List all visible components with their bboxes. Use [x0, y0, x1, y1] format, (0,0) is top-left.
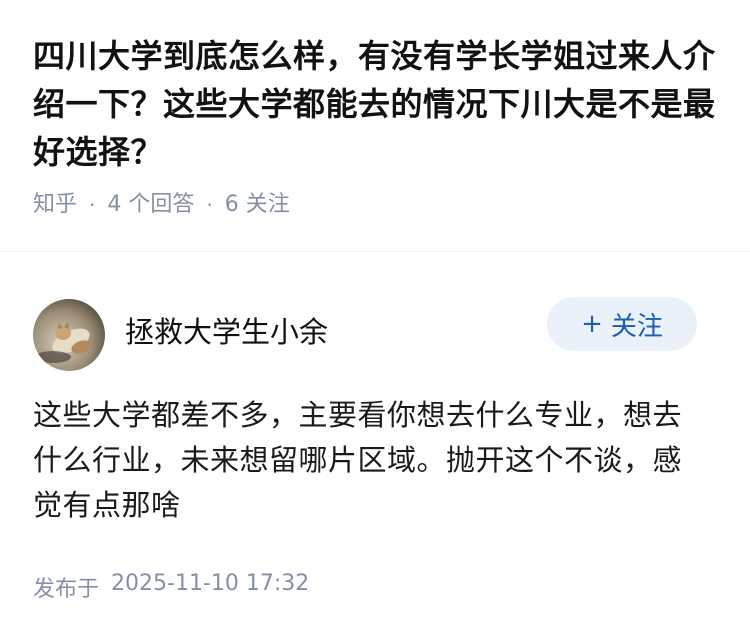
- follow-button[interactable]: + 关注: [547, 297, 697, 351]
- question-title[interactable]: 四川大学到底怎么样，有没有学长学姐过来人介绍一下？这些大学都能去的情况下川大是不…: [33, 32, 717, 176]
- author-name[interactable]: 拯救大学生小余: [125, 312, 328, 352]
- source-label[interactable]: 知乎: [33, 190, 77, 220]
- meta-separator: ·: [206, 193, 213, 217]
- published-info: 发布于 2025-11-10 17:32: [33, 571, 717, 603]
- published-label: 发布于: [33, 577, 100, 602]
- question-meta: 知乎 · 4 个回答 · 6 关注: [33, 190, 717, 220]
- cat-photo-avatar-icon: [33, 299, 105, 371]
- published-time: 2025-11-10 17:32: [111, 571, 310, 596]
- meta-separator: ·: [89, 193, 96, 217]
- zhihu-question-page: 四川大学到底怎么样，有没有学长学姐过来人介绍一下？这些大学都能去的情况下川大是不…: [0, 0, 750, 630]
- section-divider: [0, 251, 750, 252]
- follow-button-label: 关注: [610, 311, 663, 342]
- author-row: 拯救大学生小余 + 关注: [33, 285, 717, 385]
- avatar[interactable]: [33, 299, 105, 371]
- plus-icon: +: [581, 309, 603, 339]
- answer-count[interactable]: 4 个回答: [107, 190, 194, 220]
- question-header: 四川大学到底怎么样，有没有学长学姐过来人介绍一下？这些大学都能去的情况下川大是不…: [0, 0, 750, 251]
- answer-content[interactable]: 这些大学都差不多，主要看你想去什么专业，想去什么行业，未来想留哪片区域。抛开这个…: [33, 393, 717, 528]
- follower-count: 6 关注: [224, 192, 290, 217]
- answer-card: 拯救大学生小余 + 关注 这些大学都差不多，主要看你想去什么专业，想去什么行业，…: [0, 285, 750, 603]
